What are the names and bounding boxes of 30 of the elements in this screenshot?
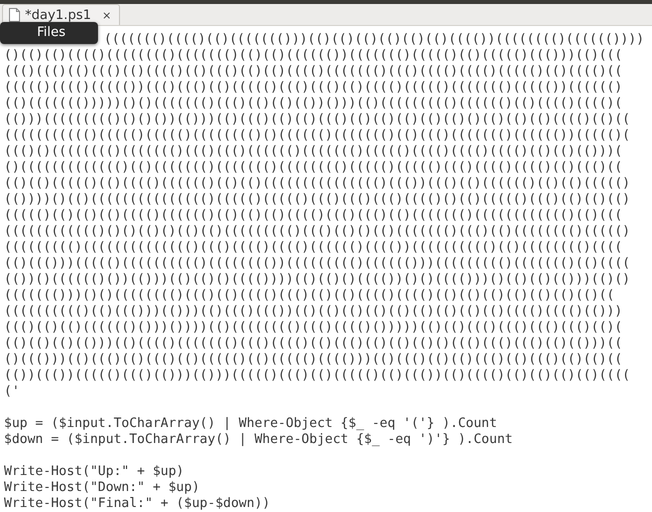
code-line: ((()((()(()((()(()(((()(()((()(()(()(((()((((((()((()(((()(((()((((()(()(((()(( [4, 64, 624, 80]
code-line: $up = ($input.ToCharArray() | Where-Object {$_ -eq '('} ).Count [4, 416, 498, 432]
code-line: (()(()((((()(()(((()(((((()(()(()((((((((((((((()((())((()(()(((((()(()(()((((() [4, 176, 632, 192]
document-icon [9, 8, 20, 22]
code-line: ((((()(()(()(()(((()(((((()(()(()(()(((()((()((()(()((((((()(((((((((((()(()((( [4, 208, 624, 224]
code-line: ((()(()(()(((((()()))())))(()(((((((()((()(((()()))))(()(()((()((()((()((()(()( [4, 320, 624, 336]
code-line: Write-Host("Down:" + $up) [4, 480, 201, 496]
code-line: $down = ($input.ToCharArray() | Where-Object {$_ -eq ')'} ).Count [4, 432, 514, 448]
code-line: (((((((((((()()()(()()(()(()((((((((()((()(()()(()((((((()((()(()(((((((()((((() [4, 224, 632, 240]
code-line: ()(()(()(((()(((((((()((((((()(()(()(((((())((((((()((((()(()((((()((()))(()((( [4, 48, 624, 64]
code-line: ()((()))(()((()(()((()(()((((()(()((((()(((()))(()((()(()(()((()(()((()(()(()(( [4, 352, 624, 368]
code-line: ((((()(((()((((())((()((()(()((((()((()((()(()(((()((((()((((((()((((())(((((() [4, 80, 624, 96]
code-line: ((((((()))()()(((((((()((()(()(((()((()(()(()(((()(((()(()(()(()(()(()(()(()(( [4, 288, 616, 304]
code-line: Write-Host("Final:" + ($up-$down)) [4, 496, 272, 512]
code-line: (())()(((((()())(()))(()(()()(((())))(()(()()(((())()()(((()))()(()(()(()))(()() [4, 272, 632, 288]
code-line: (()((()))((((()(((((((((()(((((((())((((((((()(((((()))((((((((()((((((()(()(((( [4, 256, 632, 272]
code-line: ((()()(((((((()((((((()((()((()(((((()((((((()((((()(((()(((()(((()(()(()(()))( [4, 144, 624, 160]
code-line: (())))()(()((((((((((((((()((((()((((()((()((()((()(((()()(()((((()((()(()(()(() [4, 192, 632, 208]
code-line: ((((((((()(((((((((((((()((()(((()(((()(((((()(((())(((((((((()(()(((((((()(((( [4, 240, 624, 256]
code-line: (' [4, 384, 21, 400]
code-line: ()((((((((((((()(()((((((()((((((()(((((((()((((()((((()((()(((()(((()(()((()(( [4, 160, 624, 176]
close-icon[interactable]: × [102, 8, 112, 22]
code-line: (()(()(()(()))(()(((()((((((()((()(((()(()((()(()(()(()()((()((()((()(()(()))(( [4, 336, 624, 352]
code-line: (((((((((()(()((()))(()))(()((()((())(()(()(()(()(()(()(()(()(()(((()(((()(())) [4, 304, 624, 320]
code-line: Write-Host("Up:" + $up) [4, 464, 186, 480]
code-line: (()((((((()))))()()((((((()((()(()(()(())()))(()((((((((()(((((()(()(((()(((()( [4, 96, 624, 112]
code-line: (()))((((((((()()()())(()))(()((()(()(()((()(()(()(()(()(()()(()(()(()(((()(()(( [4, 112, 632, 128]
code-line: ((((((((((()((((()((((()(((((((()()(((((()((((((()(()((()((((((()(((((())((((()( [4, 128, 632, 144]
code-line: (())((())((((()((()(()))(()))((((()((()(()((((()(()((())(()(((()(()(()(()(()(((( [4, 368, 632, 384]
code-line: ((((((()(((()(()((((((()))(()(()(()(()(()(()(((())(((((((()(((((()))) [103, 32, 646, 48]
